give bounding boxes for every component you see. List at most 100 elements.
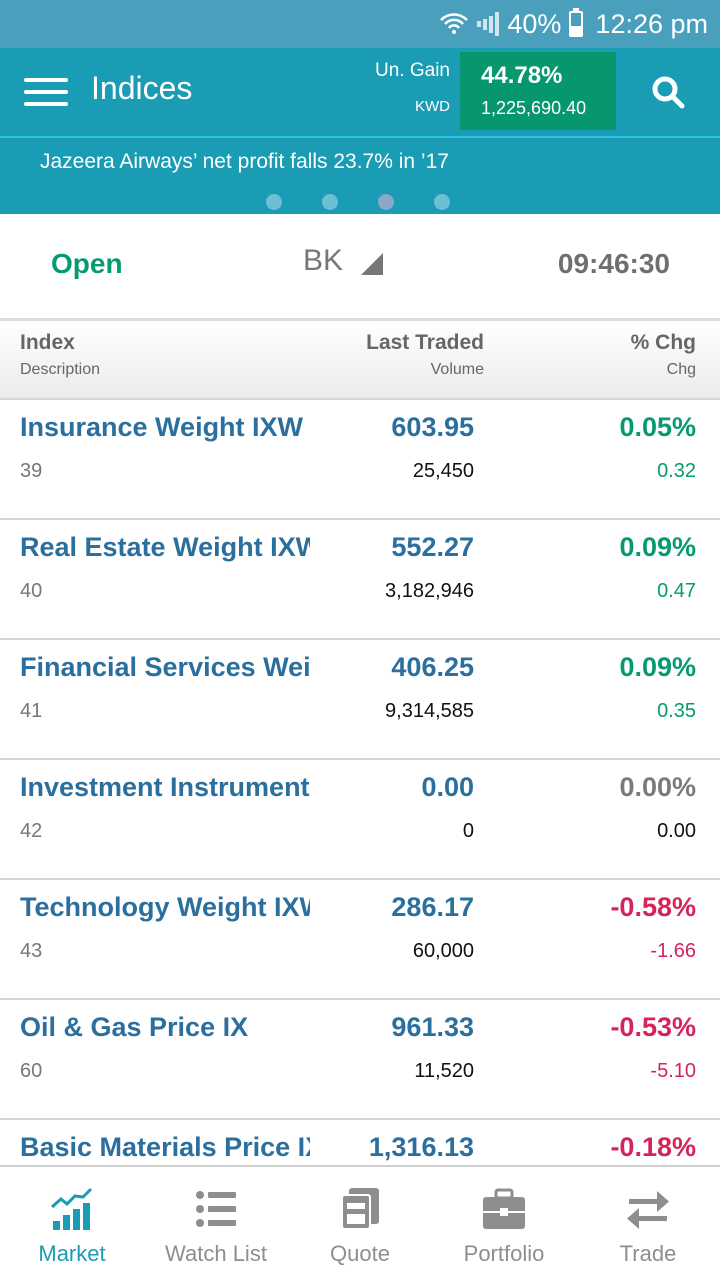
index-name: Financial Services Weight IXW (20, 652, 310, 682)
trade-arrows-icon (627, 1191, 669, 1229)
nav-portfolio-label: Portfolio (463, 1241, 545, 1266)
index-code: 39 (20, 460, 43, 482)
index-code: 42 (20, 820, 43, 842)
market-time: 09:46:30 (557, 248, 670, 279)
index-code: 40 (20, 580, 43, 602)
index-name: Investment Instruments (20, 772, 310, 802)
nav-quote[interactable]: Quote (288, 1167, 432, 1280)
nav-trade-label: Trade (619, 1241, 677, 1266)
header-index[interactable]: Index (20, 331, 75, 355)
index-name: Basic Materials Price IX (20, 1132, 310, 1162)
percent-change: -0.53% (610, 1012, 696, 1042)
dropdown-triangle-icon (361, 253, 384, 275)
pager-dot[interactable] (434, 194, 450, 210)
change: 0.32 (657, 460, 696, 482)
header-description: Description (20, 361, 101, 378)
percent-change: 0.09% (619, 652, 696, 682)
watch-list-icon (196, 1191, 236, 1227)
exchange-selector[interactable]: BK (303, 244, 384, 278)
hamburger-icon-line (24, 102, 68, 106)
index-name: Technology Weight IXW (20, 892, 310, 922)
header-volume: Volume (430, 361, 484, 378)
index-code: 41 (20, 700, 43, 722)
market-chart-icon (51, 1187, 93, 1230)
nav-portfolio[interactable]: Portfolio (432, 1167, 576, 1280)
menu-button[interactable] (24, 78, 68, 108)
nav-watch-list-label: Watch List (165, 1241, 267, 1266)
last-traded: 552.27 (391, 532, 474, 562)
search-button[interactable] (650, 74, 686, 110)
news-banner[interactable]: Jazeera Airways’ net profit falls 23.7% … (0, 136, 720, 214)
nav-quote-label: Quote (330, 1241, 390, 1266)
header-percent-change[interactable]: % Chg (631, 331, 696, 355)
index-row[interactable]: Oil & Gas Price IX 961.33 -0.53% 60 11,5… (0, 1000, 720, 1120)
portfolio-briefcase-icon (483, 1188, 525, 1229)
news-headline[interactable]: Jazeera Airways’ net profit falls 23.7% … (40, 150, 449, 174)
index-row[interactable]: Basic Materials Price IX 1,316.13 -0.18% (0, 1120, 720, 1165)
market-status-row: Open BK 09:46:30 (0, 214, 720, 318)
volume: 25,450 (412, 460, 474, 482)
currency-label: KWD (415, 98, 450, 115)
page-title: Indices (91, 70, 193, 106)
gain-labels: Un. Gain KWD (375, 60, 450, 115)
change: -1.66 (650, 940, 696, 962)
percent-change: 0.05% (619, 412, 696, 442)
battery-icon (569, 8, 584, 37)
gain-percent: 44.78% (481, 62, 563, 89)
volume: 0 (462, 820, 474, 842)
search-icon (652, 76, 685, 109)
index-row[interactable]: Financial Services Weight IXW 406.25 0.0… (0, 640, 720, 760)
last-traded: 286.17 (391, 892, 474, 922)
index-row[interactable]: Real Estate Weight IXW 552.27 0.09% 40 3… (0, 520, 720, 640)
hamburger-icon-line (24, 78, 68, 82)
volume: 60,000 (412, 940, 474, 962)
percent-change: 0.09% (619, 532, 696, 562)
change: 0.35 (657, 700, 696, 722)
bottom-nav: Market Watch List Quote Portfolio Trade (0, 1165, 720, 1280)
change: 0.47 (657, 580, 696, 602)
index-list[interactable]: Insurance Weight IXW 603.95 0.05% 39 25,… (0, 400, 720, 1165)
clock: 12:26 pm (595, 8, 708, 39)
unrealized-gain-box[interactable]: 44.78% 1,225,690.40 (460, 52, 616, 130)
nav-market-label: Market (38, 1241, 106, 1266)
index-name: Oil & Gas Price IX (20, 1012, 249, 1042)
app-bar: Indices Un. Gain KWD 44.78% 1,225,690.40 (0, 48, 720, 136)
status-bar: 40% 12:26 pm (0, 0, 720, 48)
index-name: Real Estate Weight IXW (20, 532, 310, 562)
gain-value: 1,225,690.40 (481, 98, 587, 118)
news-pager (0, 194, 720, 210)
pager-dot[interactable] (266, 194, 282, 210)
last-traded: 961.33 (391, 1012, 474, 1042)
index-code: 60 (20, 1060, 43, 1082)
pager-dot-active[interactable] (378, 194, 394, 210)
last-traded: 1,316.13 (368, 1132, 474, 1162)
last-traded: 603.95 (391, 412, 474, 442)
table-header: Index Description Last Traded Volume % C… (0, 318, 720, 400)
nav-trade[interactable]: Trade (576, 1167, 720, 1280)
market-status: Open (51, 248, 123, 279)
nav-watch-list[interactable]: Watch List (144, 1167, 288, 1280)
volume: 11,520 (414, 1060, 474, 1082)
quote-icon (341, 1188, 379, 1230)
index-row[interactable]: Insurance Weight IXW 603.95 0.05% 39 25,… (0, 400, 720, 520)
change: 0.00 (657, 820, 696, 842)
nav-market[interactable]: Market (0, 1167, 144, 1280)
change: -5.10 (650, 1060, 696, 1082)
volume: 3,182,946 (385, 580, 474, 602)
battery-percent: 40% (507, 8, 562, 39)
volume: 9,314,585 (385, 700, 474, 722)
wifi-icon (439, 11, 469, 37)
pager-dot[interactable] (322, 194, 338, 210)
percent-change: -0.58% (610, 892, 696, 922)
index-name: Insurance Weight IXW (20, 412, 304, 442)
last-traded: 0.00 (421, 772, 474, 802)
index-row[interactable]: Investment Instruments 0.00 0.00% 42 0 0… (0, 760, 720, 880)
index-row[interactable]: Technology Weight IXW 286.17 -0.58% 43 6… (0, 880, 720, 1000)
header-change: Chg (666, 361, 696, 378)
unrealized-gain-label: Un. Gain (375, 60, 450, 81)
percent-change: 0.00% (619, 772, 696, 802)
percent-change: -0.18% (610, 1132, 696, 1162)
header-last-traded[interactable]: Last Traded (366, 331, 484, 355)
last-traded: 406.25 (391, 652, 474, 682)
index-code: 43 (20, 940, 43, 962)
